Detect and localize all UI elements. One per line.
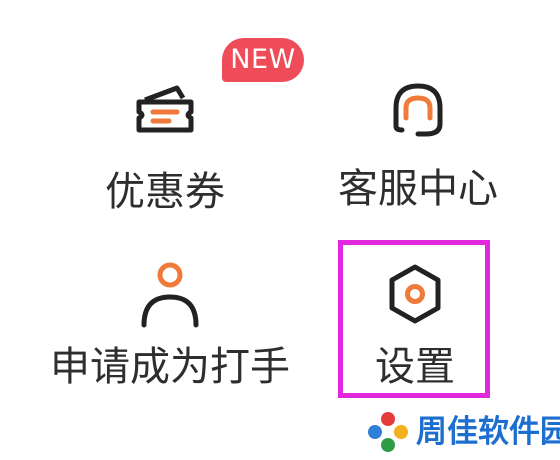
menu-item-label: 优惠券 [105,169,225,215]
watermark-text: 周佳软件园 [416,414,560,450]
menu-item-apply-player[interactable]: 申请成为打手 [50,245,290,425]
ticket-icon [136,85,194,133]
watermark: 周佳软件园 [366,408,560,454]
menu-item-customer-service[interactable]: 客服中心 [318,40,518,220]
menu-item-label: 申请成为打手 [50,344,290,390]
pinwheel-logo-icon [368,412,408,452]
headset-icon [393,83,443,137]
highlight-box [338,240,490,398]
menu-item-label: 客服中心 [338,166,498,212]
new-badge: NEW [222,38,304,82]
person-icon [141,262,199,328]
